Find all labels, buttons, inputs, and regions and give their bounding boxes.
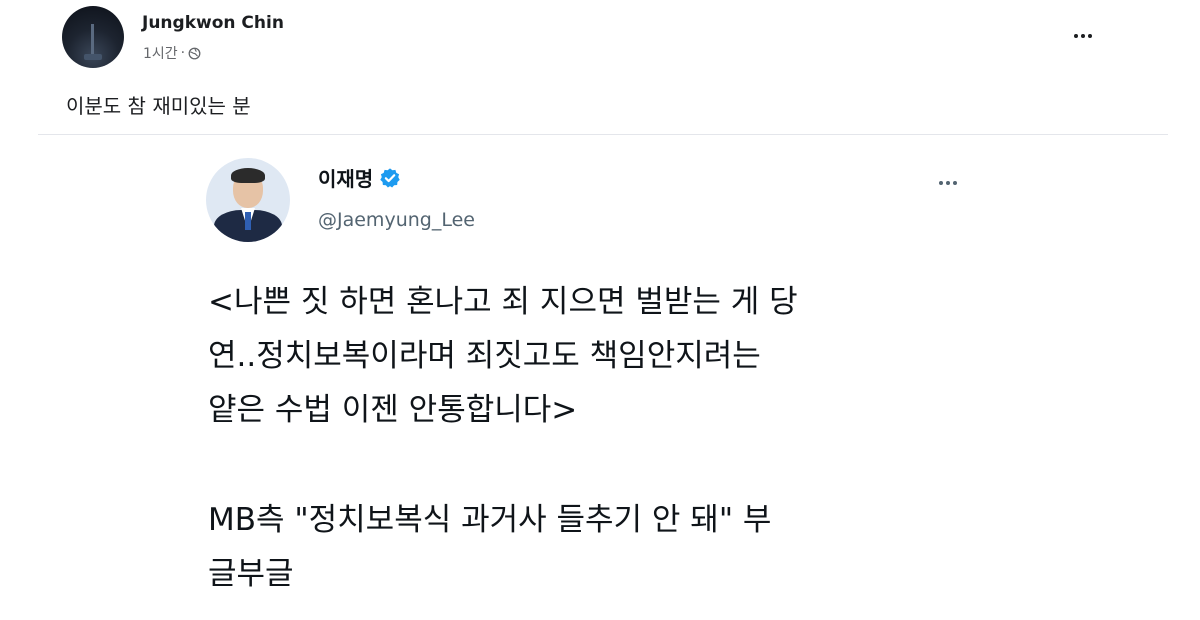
- tweet-text-line: 연..정치보복이라며 죄짓고도 책임안지려는: [208, 338, 761, 374]
- tweet-author-name-text: 이재명: [318, 167, 374, 191]
- tweet-text-line: <나쁜 짓 하면 혼나고 죄 지으면 벌받는 게 당: [208, 284, 798, 320]
- post-author-name[interactable]: Jungkwon Chin: [142, 13, 284, 33]
- verified-badge-icon: [380, 167, 400, 188]
- avatar-figure-base: [84, 54, 102, 60]
- tweet-more-options-button[interactable]: [934, 175, 962, 191]
- more-dot: [1088, 34, 1092, 38]
- tweet-text-line: 얕은 수법 이젠 안통합니다>: [208, 392, 578, 428]
- more-horizontal-icon: [939, 181, 943, 185]
- tweet-author-name[interactable]: 이재명: [318, 163, 401, 192]
- author-avatar[interactable]: [62, 6, 124, 68]
- embedded-tweet-image[interactable]: 이재명 @Jaemyung_Lee <나쁜 짓 하면 혼나고 죄 지으면 벌받는…: [172, 137, 984, 620]
- tweet-author-avatar[interactable]: [206, 158, 290, 242]
- tweet-text-second-paragraph: MB측 "정치보복식 과거사 들추기 안 돼" 부 글부글: [208, 493, 968, 601]
- more-horizontal-icon: [1074, 34, 1078, 38]
- more-dot: [946, 181, 950, 185]
- meta-separator: ·: [180, 45, 186, 61]
- post-caption: 이분도 참 재미있는 분: [66, 94, 251, 118]
- more-dot: [953, 181, 957, 185]
- more-dot: [1081, 34, 1085, 38]
- post-divider: [38, 134, 1168, 135]
- post-timestamp[interactable]: 1시간: [143, 43, 178, 63]
- tweet-text-line: 글부글: [208, 556, 294, 592]
- tweet-text: <나쁜 짓 하면 혼나고 죄 지으면 벌받는 게 당 연..정치보복이라며 죄짓…: [208, 275, 968, 437]
- avatar-tie: [245, 212, 251, 230]
- post-meta: 1시간 ·: [143, 43, 201, 63]
- globe-icon: [188, 47, 201, 59]
- tweet-author-handle[interactable]: @Jaemyung_Lee: [318, 209, 475, 231]
- verified-badge-shape: [380, 167, 400, 188]
- avatar-hair: [231, 168, 265, 183]
- facebook-post: Jungkwon Chin 1시간 · 이분도 참 재미있는 분 이재명 @Ja…: [0, 0, 1200, 620]
- post-more-options-button[interactable]: [1068, 26, 1098, 46]
- tweet-text-line: MB측 "정치보복식 과거사 들추기 안 돼" 부: [208, 502, 772, 538]
